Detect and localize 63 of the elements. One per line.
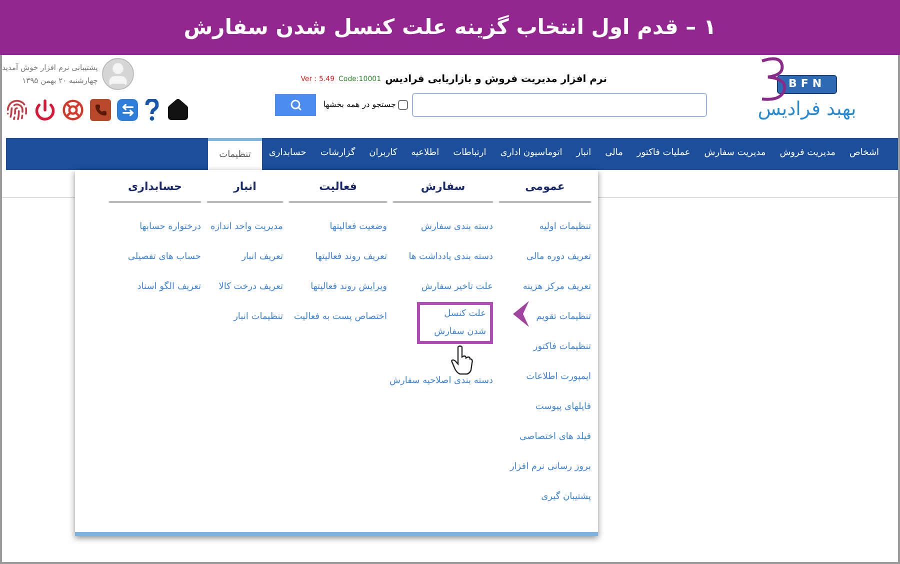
search-button[interactable] bbox=[275, 94, 316, 116]
column-heading: انبار bbox=[234, 178, 256, 195]
menu-item[interactable]: تعریف روند فعالیتها bbox=[315, 248, 387, 266]
menu-item[interactable]: درختواره حسابها bbox=[140, 218, 201, 236]
nav-tab[interactable]: مدیریت فروش bbox=[772, 138, 843, 170]
column-heading: سفارش bbox=[420, 178, 466, 195]
menu-item[interactable]: حساب های تفصیلی bbox=[128, 248, 201, 266]
chevron-icon bbox=[513, 301, 531, 327]
fingerprint-icon[interactable] bbox=[6, 99, 28, 121]
menu-item[interactable]: دسته بندی یادداشت ها bbox=[408, 248, 493, 266]
menu-item[interactable]: تعریف درخت کالا bbox=[218, 278, 283, 296]
menu-item[interactable]: دسته بندی اصلاحیه سفارش bbox=[390, 372, 493, 390]
menu-item[interactable]: ویرایش روند فعالیتها bbox=[310, 278, 387, 296]
logo-badge: BFN bbox=[777, 75, 837, 94]
menu-item[interactable]: تنظیمات فاکتور bbox=[533, 338, 591, 356]
app-title: نرم افزار مدیریت فروش و بازاریابی فرادیس bbox=[385, 73, 607, 87]
menu-item[interactable]: فیلد های اختصاصی bbox=[520, 428, 591, 446]
nav-tab[interactable]: عملیات فاکتور bbox=[630, 138, 698, 170]
menu-item[interactable]: علت تاخیر سفارش bbox=[421, 278, 493, 296]
nav-tab[interactable]: ارتباطات bbox=[446, 138, 494, 170]
lifebuoy-icon[interactable] bbox=[62, 99, 84, 121]
menu-item[interactable]: تنظیمات اولیه bbox=[539, 218, 591, 236]
nav-tab[interactable]: اطلاعیه bbox=[404, 138, 446, 170]
column-heading: فعالیت bbox=[319, 178, 357, 194]
nav-tab[interactable]: تنظیمات bbox=[208, 138, 262, 170]
nav-tab[interactable]: مدیریت سفارش bbox=[697, 138, 773, 170]
phone-book-icon[interactable] bbox=[90, 99, 111, 121]
nav-tab[interactable]: مالی bbox=[598, 138, 630, 170]
menu-item[interactable]: وضعیت فعالیتها bbox=[330, 218, 387, 236]
banner-title: ١ – قدم اول انتخاب گزینه علت کنسل شدن سفارش bbox=[184, 14, 716, 42]
menu-item[interactable]: مدیریت واحد اندازه bbox=[210, 218, 283, 236]
avatar bbox=[102, 58, 134, 90]
all-sections-checkbox[interactable] bbox=[398, 100, 408, 110]
menu-item[interactable]: فایلهای پیوست bbox=[535, 398, 591, 416]
nav-tab[interactable]: کاربران bbox=[362, 138, 404, 170]
menu-item[interactable]: پشتیبان گیری bbox=[541, 488, 591, 506]
menu-item[interactable]: تعریف انبار bbox=[242, 248, 283, 266]
menu-item[interactable]: تنظیمات انبار bbox=[234, 308, 283, 326]
search-field[interactable] bbox=[412, 93, 707, 117]
menu-item[interactable]: اختصاص پست به فعالیت bbox=[294, 308, 387, 326]
menu-item[interactable]: تعریف الگو اسناد bbox=[137, 278, 201, 296]
nav-tab[interactable]: اتوماسیون اداری bbox=[493, 138, 570, 170]
home-icon[interactable] bbox=[166, 98, 190, 122]
column-heading: حسابداری bbox=[128, 178, 182, 195]
search-icon bbox=[290, 99, 302, 111]
menu-item[interactable]: تنظیمات تقویم bbox=[536, 308, 591, 326]
help-icon[interactable] bbox=[144, 99, 160, 121]
nav-tab[interactable]: انبار bbox=[569, 138, 598, 170]
logo-name: بهبد فرادیس bbox=[758, 96, 856, 122]
power-icon[interactable] bbox=[34, 99, 56, 121]
hand-cursor-icon bbox=[451, 345, 473, 375]
menu-item[interactable]: تعریف مرکز هزینه bbox=[522, 278, 591, 296]
checkbox-label: جستجو در همه بخشها bbox=[323, 99, 396, 111]
menu-item[interactable]: تعریف دوره مالی bbox=[526, 248, 591, 266]
column-heading: عمومی bbox=[525, 178, 565, 195]
menu-item[interactable]: دسته بندی سفارش bbox=[421, 218, 493, 236]
remote-access-icon[interactable] bbox=[117, 99, 138, 121]
menu-item[interactable]: علت کنسل شدن سفارش bbox=[417, 302, 493, 344]
nav-tab[interactable]: گزارشات bbox=[313, 138, 362, 170]
menu-item[interactable]: ایمپورت اطلاعات bbox=[526, 368, 591, 386]
nav-tab[interactable]: حسابداری bbox=[262, 138, 314, 170]
nav-tab[interactable]: اشخاص bbox=[842, 138, 886, 170]
menu-item[interactable]: بروز رسانی نرم افزار bbox=[510, 458, 591, 476]
